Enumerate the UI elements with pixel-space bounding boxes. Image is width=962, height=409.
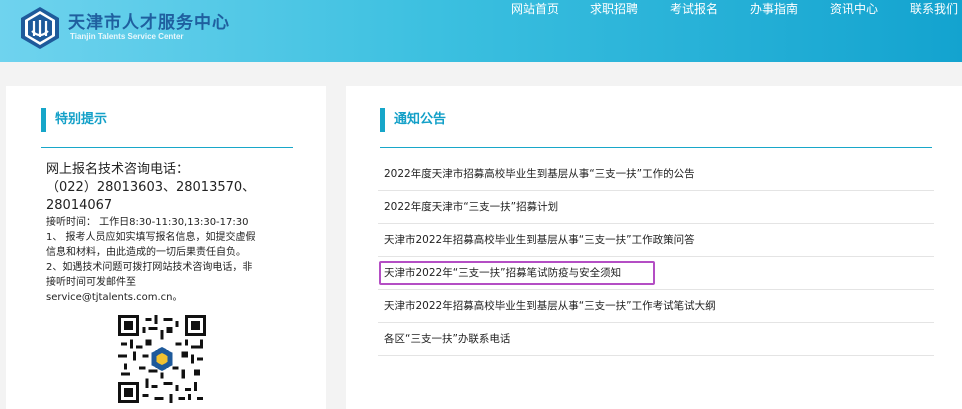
note-1: 1、 报考人员应如实填写报名信息，如提交虚假 <box>46 232 256 243</box>
nav-guide[interactable]: 办事指南 <box>750 0 798 17</box>
note-2-cont: 接听时间可发邮件至 <box>46 277 136 288</box>
logo-title: 天津市人才服务中心 <box>68 13 230 33</box>
nav-news[interactable]: 资讯中心 <box>830 0 878 17</box>
notice-link-text: 2022年度天津市招募高校毕业生到基层从事“三支一扶”工作的公告 <box>384 168 695 180</box>
note-1-cont: 信息和材料，由此造成的一切后果责任自负。 <box>46 247 246 258</box>
qr-code-icon <box>118 315 206 403</box>
nav-contact[interactable]: 联系我们 <box>910 0 958 17</box>
notice-link-text: 各区“三支一扶”办联系电话 <box>384 333 511 345</box>
logo-subtitle: Tianjin Talents Service Center <box>70 32 184 41</box>
header-gap <box>0 62 962 86</box>
divider <box>41 147 293 148</box>
notice-item[interactable]: 天津市2022年招募高校毕业生到基层从事“三支一扶”工作政策问答 <box>378 224 934 257</box>
note-2: 2、如遇技术问题可拨打网站技术咨询电话，非 <box>46 262 253 273</box>
service-hours: 接听时间： 工作日8:30-11:30,13:30-17:30 <box>46 217 249 228</box>
support-email[interactable]: service@tjtalents.com.cn。 <box>46 290 306 305</box>
logo-icon[interactable] <box>18 6 62 50</box>
notice-link-text: 天津市2022年“三支一扶”招募笔试防疫与安全须知 <box>384 267 622 279</box>
notice-item[interactable]: 天津市2022年招募高校毕业生到基层从事“三支一扶”工作考试笔试大纲 <box>378 290 934 323</box>
nav-home[interactable]: 网站首页 <box>511 0 559 17</box>
consult-info: 网上报名技术咨询电话： （022）28013603、28013570、 2801… <box>46 161 306 305</box>
nav-exam-registration[interactable]: 考试报名 <box>670 0 718 17</box>
special-notice-title: 特别提示 <box>41 108 107 132</box>
phone-numbers-cont: 28014067 <box>46 198 113 213</box>
notice-link-text: 天津市2022年招募高校毕业生到基层从事“三支一扶”工作考试笔试大纲 <box>384 300 716 312</box>
notice-item-highlighted[interactable]: 天津市2022年“三支一扶”招募笔试防疫与安全须知 <box>378 257 934 290</box>
consult-label: 网上报名技术咨询电话： <box>46 162 190 177</box>
notice-link-text: 天津市2022年招募高校毕业生到基层从事“三支一扶”工作政策问答 <box>384 234 695 246</box>
site-header: 天津市人才服务中心 Tianjin Talents Service Center… <box>0 0 962 62</box>
phone-numbers: （022）28013603、28013570、 <box>46 180 256 195</box>
notice-item[interactable]: 2022年度天津市“三支一扶”招募计划 <box>378 191 934 224</box>
notice-item[interactable]: 2022年度天津市招募高校毕业生到基层从事“三支一扶”工作的公告 <box>378 158 934 191</box>
announcements-panel: 通知公告 2022年度天津市招募高校毕业生到基层从事“三支一扶”工作的公告 20… <box>346 86 962 409</box>
notice-item[interactable]: 各区“三支一扶”办联系电话 <box>378 323 934 356</box>
notice-list: 2022年度天津市招募高校毕业生到基层从事“三支一扶”工作的公告 2022年度天… <box>378 158 934 356</box>
announcements-title: 通知公告 <box>380 108 446 132</box>
nav-jobs[interactable]: 求职招聘 <box>590 0 638 17</box>
divider <box>380 147 932 148</box>
special-notice-panel: 特别提示 网上报名技术咨询电话： （022）28013603、28013570、… <box>6 86 326 409</box>
notice-link-text: 2022年度天津市“三支一扶”招募计划 <box>384 201 559 213</box>
